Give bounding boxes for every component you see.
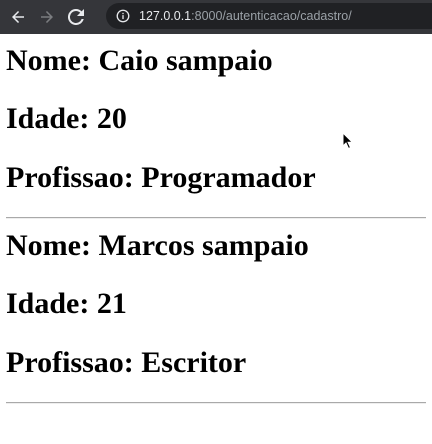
page-content: Nome: Caio sampaio Idade: 20 Profissao: … bbox=[0, 34, 432, 404]
reload-icon bbox=[68, 9, 84, 25]
person-record: Nome: Marcos sampaio Idade: 21 Profissao… bbox=[0, 229, 432, 380]
person-name: Nome: Caio sampaio bbox=[6, 44, 273, 77]
forward-button[interactable] bbox=[36, 6, 58, 28]
address-bar[interactable]: 127.0.0.1:8000/autenticacao/cadastro/ bbox=[106, 3, 432, 29]
info-icon[interactable] bbox=[116, 9, 130, 23]
url-path: :8000/autenticacao/cadastro/ bbox=[191, 9, 352, 23]
person-profession: Profissao: Programador bbox=[6, 161, 316, 194]
person-profession: Profissao: Escritor bbox=[6, 346, 247, 379]
person-name: Nome: Marcos sampaio bbox=[6, 229, 309, 262]
url-host: 127.0.0.1 bbox=[139, 9, 192, 23]
person-age: Idade: 21 bbox=[6, 287, 127, 320]
mouse-cursor-icon bbox=[342, 132, 354, 150]
arrow-left-icon bbox=[12, 11, 24, 23]
reload-button[interactable] bbox=[65, 6, 87, 28]
browser-toolbar: 127.0.0.1:8000/autenticacao/cadastro/ bbox=[0, 0, 432, 34]
person-record: Nome: Caio sampaio Idade: 20 Profissao: … bbox=[0, 44, 432, 195]
back-button[interactable] bbox=[7, 6, 29, 28]
divider bbox=[6, 217, 426, 219]
arrow-right-icon bbox=[41, 11, 53, 23]
divider bbox=[6, 402, 426, 404]
person-age: Idade: 20 bbox=[6, 102, 127, 135]
